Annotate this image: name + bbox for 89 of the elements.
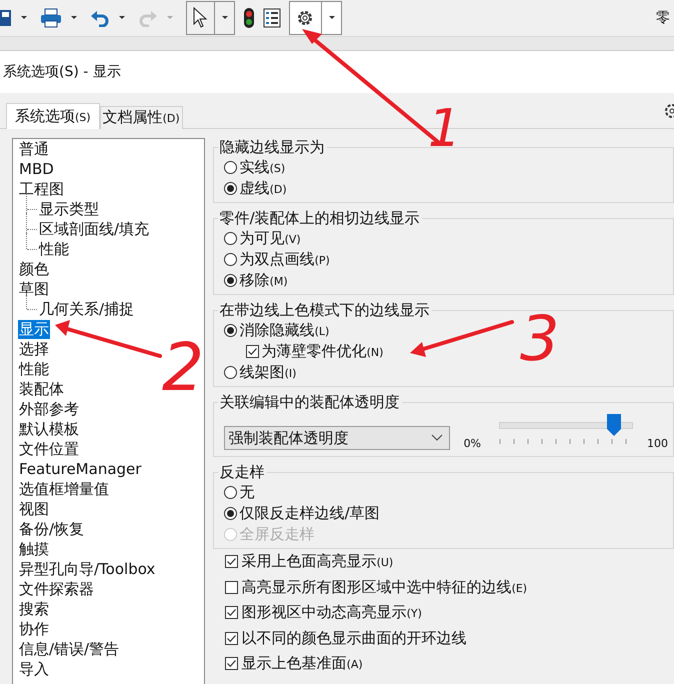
pointer-icon [192,7,208,29]
tree-item[interactable]: 几何关系/捕捉 [38,300,136,318]
tab[interactable]: 文档属性(D) [100,106,183,129]
option-label: 为双点画线(P) [240,250,330,269]
select-button[interactable] [186,1,235,35]
checkbox[interactable] [224,632,238,645]
tree-item[interactable]: 选值框增量值 [18,480,110,498]
dropdown-icon[interactable] [70,15,78,21]
checkbox-label: 图形视区中动态高亮显示(Y) [242,603,422,622]
tab[interactable]: 系统选项(S) [6,103,100,129]
radio-button[interactable] [224,324,237,337]
option-label: 线架图(I) [240,363,296,382]
option-label: 虚线(D) [240,179,287,198]
tree-item[interactable]: 显示 [18,320,50,338]
annotation-number: 2 [162,329,204,406]
checkbox[interactable] [224,580,238,594]
tree-item[interactable]: 性能 [38,240,70,258]
tree-item[interactable]: 装配体 [18,380,65,398]
radio-button[interactable] [224,232,237,245]
checkbox-label: 采用上色面高亮显示(U) [242,552,394,572]
tree-item[interactable]: 外部参考 [18,400,80,418]
dropdown-icon[interactable] [118,15,126,21]
checkbox-label: 高亮显示所有图形区域中选中特征的边线(E) [242,578,528,597]
radio-button[interactable] [224,486,237,499]
tree-item[interactable]: 导入 [18,660,50,678]
tree-item[interactable]: 普通 [18,140,50,158]
tree-item[interactable]: 默认模板 [18,420,80,438]
annotation-number: 3 [520,302,560,375]
tree-item[interactable]: 区域剖面线/填充 [38,220,150,238]
tree-item[interactable]: 文件探索器 [18,580,95,598]
option-label: 移除(M) [240,271,288,290]
radio-button[interactable] [224,253,237,266]
option-label: 消除隐藏线(L) [240,321,330,340]
radio-button[interactable] [224,507,237,520]
slider-thumb[interactable] [606,414,621,436]
checkbox-label: 以不同的颜色显示曲面的开环边线 [242,628,467,648]
tree-item[interactable]: FeatureManager [18,460,142,478]
group-title: 反走样 [218,463,266,482]
checkbox[interactable] [224,606,238,620]
chevron-icon [430,434,443,442]
radio-button[interactable] [224,182,237,195]
tree-item[interactable]: 异型孔向导/Toolbox [18,560,156,578]
slider-min-label: 0% [464,437,482,450]
annotation-number: 1 [428,99,462,159]
tree-item[interactable]: 信息/错误/警告 [18,640,120,658]
radio-button[interactable] [224,274,237,287]
option-label: 全屏反走样 [240,525,315,544]
tree-item[interactable]: MBD [18,160,55,178]
tree-item[interactable]: 显示类型 [38,200,100,218]
tree-item[interactable]: 选择 [18,340,50,358]
checkbox[interactable] [224,555,238,568]
list-icon[interactable] [263,8,281,28]
dropdown-icon [221,15,229,21]
checkbox[interactable] [224,657,238,670]
dropdown-icon [328,15,336,21]
group-title: 关联编辑中的装配体透明度 [218,393,401,412]
tree-item[interactable]: 工程图 [18,180,65,198]
checkbox-label: 显示上色基准面(A) [242,654,363,674]
tree-item[interactable]: 搜索 [18,600,50,618]
option-label: 实线(S) [240,158,286,177]
traffic-light-icon[interactable] [243,7,255,29]
group-title: 隐藏边线显示为 [218,138,326,157]
option-label: 无 [240,483,255,502]
dropdown-icon[interactable] [20,15,28,21]
print-icon[interactable] [40,8,62,28]
tree-item[interactable]: 颜色 [18,260,50,278]
options-button[interactable] [289,1,342,35]
tree-item[interactable]: 触摸 [18,540,50,558]
slider-max-label: 100 [647,437,668,450]
option-label: 仅限反走样边线/草图 [240,504,380,523]
settings-icon [295,8,315,28]
tree-item[interactable]: 文件位置 [18,440,80,458]
window-title: 系统选项(S) - 显示 [3,63,121,81]
save-icon[interactable] [0,8,12,28]
transparency-dropdown[interactable]: 强制装配体透明度 [224,426,450,450]
checkbox[interactable] [246,345,259,358]
tree-item[interactable]: 协作 [18,620,50,638]
tree-item[interactable]: 性能 [18,360,50,378]
group-title: 零件/装配体上的相切边线显示 [218,209,421,228]
radio-button[interactable] [224,366,237,379]
undo-icon[interactable] [90,9,110,27]
tree-item[interactable]: 视图 [18,500,50,518]
group-title: 在带边线上色模式下的边线显示 [218,301,431,320]
tree-item[interactable]: 备份/恢复 [18,520,86,538]
document-title: 零 [656,9,670,27]
radio-button[interactable] [224,161,237,174]
option-label: 为薄壁零件优化(N) [262,342,384,361]
option-label: 为可见(V) [240,229,301,248]
tree-item[interactable]: 草图 [18,280,50,298]
